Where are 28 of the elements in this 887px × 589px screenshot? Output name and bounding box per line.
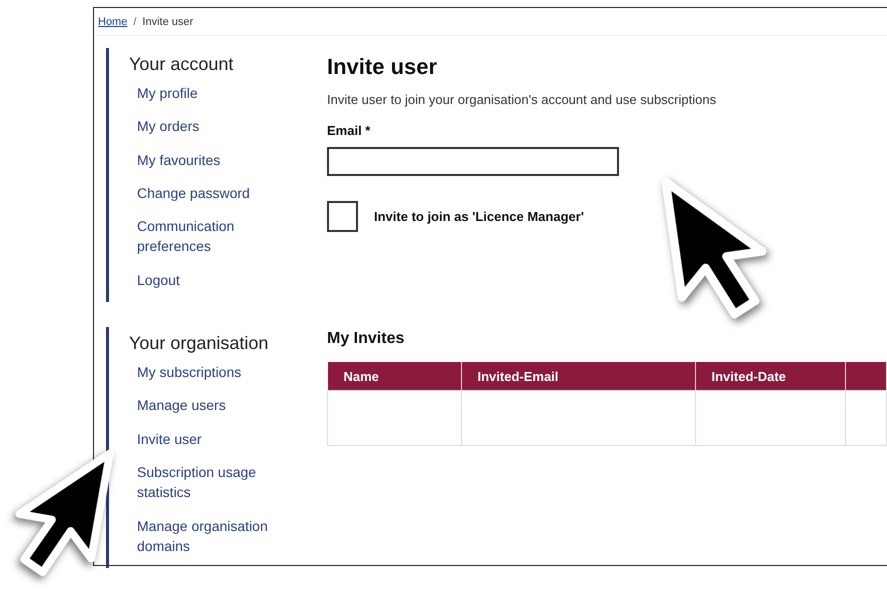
checkbox[interactable] — [327, 201, 358, 232]
sidebar-heading: Your organisation — [129, 333, 270, 354]
sidebar-link[interactable]: Communication preferences — [137, 211, 277, 265]
column-header: Name — [328, 362, 461, 390]
sidebar-link[interactable]: My favourites — [137, 144, 277, 178]
breadcrumb-link[interactable]: Home — [98, 16, 128, 28]
column-header — [845, 362, 886, 390]
sidebar-link[interactable]: My subscriptions — [137, 357, 277, 390]
page-description: Invite user to join your organisation's account and use subscriptions — [327, 92, 718, 107]
email-label: Email * — [327, 123, 372, 138]
sidebar-link[interactable]: Invite user — [137, 424, 277, 457]
sidebar-link[interactable]: Subscription usage statistics — [137, 456, 277, 511]
sidebar-link[interactable]: Logout — [137, 264, 277, 298]
column-header: Invited-Date — [695, 362, 845, 390]
sidebar-link[interactable]: Manage organisation domains — [137, 510, 277, 564]
checkbox-label: Invite to join as 'Licence Manager' — [374, 209, 584, 224]
table-cell — [845, 390, 886, 446]
sidebar-heading: Your account — [129, 54, 234, 75]
breadcrumb-separator: / — [133, 16, 136, 28]
sidebar-link[interactable]: Manage users — [137, 390, 277, 424]
section-heading: My Invites — [327, 330, 406, 348]
sidebar-link[interactable]: My orders — [137, 111, 277, 145]
sidebar-link[interactable]: Change password — [137, 178, 277, 212]
column-header: Invited-Email — [461, 362, 695, 390]
page-title: Invite user — [327, 54, 438, 80]
sidebar-link[interactable]: My profile — [137, 78, 277, 112]
breadcrumb-current: Invite user — [142, 16, 194, 28]
email-input-field[interactable] — [327, 147, 619, 176]
